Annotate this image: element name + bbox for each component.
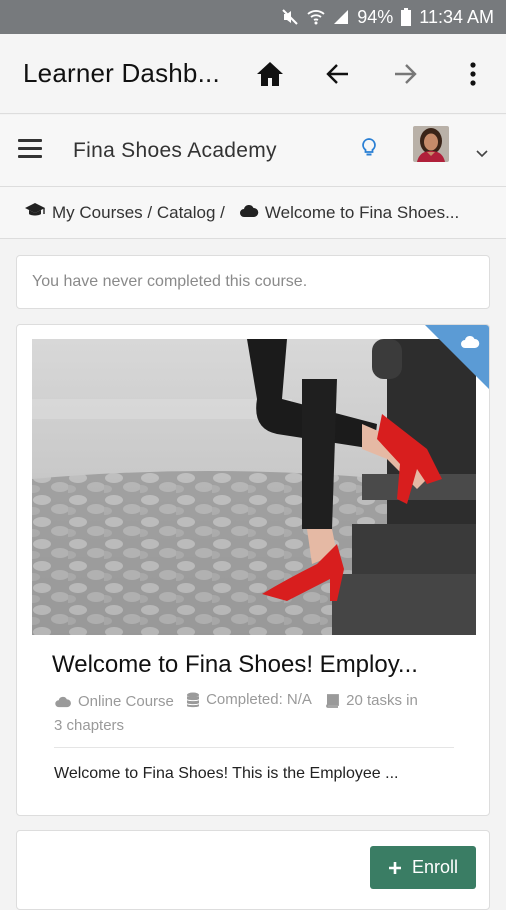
forward-button[interactable] xyxy=(387,56,423,92)
app-title: Learner Dashb... xyxy=(23,58,220,88)
overflow-menu-button[interactable] xyxy=(455,56,491,92)
menu-icon[interactable] xyxy=(18,139,42,159)
back-button[interactable] xyxy=(320,56,356,92)
course-title[interactable]: Welcome to Fina Shoes! Employ... xyxy=(52,651,462,679)
status-bar: 94% 11:34 AM xyxy=(0,0,506,34)
plus-icon xyxy=(388,861,401,874)
home-icon xyxy=(257,62,283,86)
breadcrumb-current: Welcome to Fina Shoes... xyxy=(264,202,460,222)
battery-icon xyxy=(401,8,412,26)
breadcrumb-path[interactable]: My Courses / Catalog / xyxy=(52,203,225,223)
graduation-cap-icon xyxy=(24,202,46,223)
course-tasks: 20 tasks in xyxy=(346,692,418,709)
course-chapters: 3 chapters xyxy=(54,717,125,734)
home-button[interactable] xyxy=(252,56,288,92)
enroll-panel: Enroll xyxy=(16,830,490,910)
wifi-icon xyxy=(307,8,325,26)
mute-icon xyxy=(281,8,299,26)
chevron-down-icon[interactable] xyxy=(476,145,488,163)
avatar[interactable] xyxy=(413,126,449,162)
completion-notice: You have never completed this course. xyxy=(16,255,490,309)
battery-percent: 94% xyxy=(357,6,394,27)
course-description: Welcome to Fina Shoes! This is the Emplo… xyxy=(54,765,399,782)
enroll-label: Enroll xyxy=(411,857,459,877)
course-card[interactable]: Welcome to Fina Shoes! Employ... Online … xyxy=(16,324,490,816)
clock: 11:34 AM xyxy=(419,6,494,27)
cloud-icon xyxy=(239,203,259,223)
site-header: Fina Shoes Academy xyxy=(0,115,506,187)
course-image xyxy=(32,339,476,635)
site-name[interactable]: Fina Shoes Academy xyxy=(73,139,277,163)
book-icon xyxy=(326,694,340,708)
signal-icon xyxy=(333,9,349,25)
arrow-left-icon xyxy=(326,64,348,84)
more-vert-icon xyxy=(470,62,476,86)
divider xyxy=(54,747,454,748)
lightbulb-icon[interactable] xyxy=(362,138,376,163)
database-icon xyxy=(187,692,200,708)
arrow-right-icon xyxy=(395,64,417,84)
cloud-icon xyxy=(460,335,480,354)
breadcrumb: My Courses / Catalog / Welcome to Fina S… xyxy=(0,187,506,239)
course-completed: Completed: N/A xyxy=(206,691,312,708)
cloud-icon xyxy=(55,696,71,708)
app-bar: Learner Dashb... xyxy=(0,34,506,114)
enroll-button[interactable]: Enroll xyxy=(370,846,476,889)
course-meta: Online Course Completed: N/A 20 tasks in… xyxy=(54,689,464,737)
course-type: Online Course xyxy=(78,693,174,710)
